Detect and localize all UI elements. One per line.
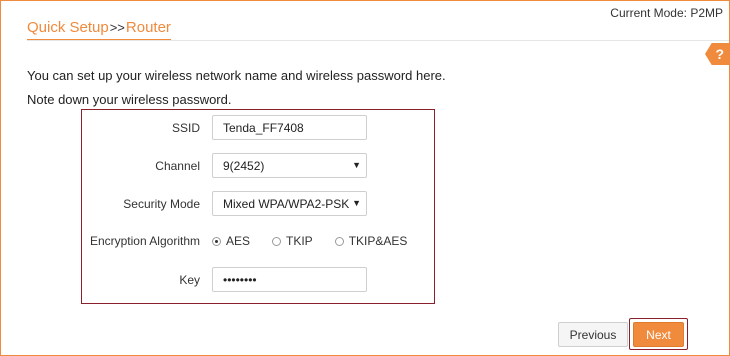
channel-row: Channel 9(2452) ▼ <box>82 153 434 178</box>
ssid-input[interactable]: Tenda_FF7408 <box>212 115 367 140</box>
breadcrumb-router: Router <box>125 19 171 36</box>
security-mode-select[interactable]: Mixed WPA/WPA2-PSK ▼ <box>212 191 367 216</box>
channel-value: 9(2452) <box>223 158 265 173</box>
ssid-row: SSID Tenda_FF7408 <box>82 115 434 140</box>
help-icon[interactable]: ? <box>705 43 729 65</box>
encryption-option-tkip-aes[interactable]: TKIP&AES <box>334 234 408 248</box>
channel-select[interactable]: 9(2452) ▼ <box>212 153 367 178</box>
key-password-input[interactable]: •••••••• <box>212 267 367 292</box>
encryption-label: Encryption Algorithm <box>89 234 200 248</box>
encryption-option-label: TKIP&AES <box>348 234 408 248</box>
key-label: Key <box>179 272 200 287</box>
breadcrumb: Quick Setup>>Router <box>27 19 171 41</box>
help-symbol: ? <box>715 46 724 62</box>
radio-icon[interactable] <box>272 236 282 246</box>
radio-icon[interactable] <box>334 236 344 246</box>
breadcrumb-separator: >> <box>109 20 125 35</box>
current-mode-label: Current Mode: P2MP <box>610 6 723 20</box>
ssid-label: SSID <box>171 120 200 135</box>
key-row: Key •••••••• <box>82 267 434 292</box>
encryption-row: Encryption Algorithm AES TKIP TKIP&AES <box>82 234 434 248</box>
header-divider <box>27 40 729 41</box>
security-mode-row: Security Mode Mixed WPA/WPA2-PSK ▼ <box>82 191 434 216</box>
previous-button[interactable]: Previous <box>558 322 628 347</box>
breadcrumb-quick-setup[interactable]: Quick Setup <box>27 19 109 36</box>
intro-text-line1: You can set up your wireless network nam… <box>27 68 446 83</box>
chevron-down-icon: ▼ <box>352 198 361 208</box>
encryption-radio-group: AES TKIP TKIP&AES <box>212 234 407 248</box>
intro-text-line2: Note down your wireless password. <box>27 92 232 107</box>
encryption-option-tkip[interactable]: TKIP <box>272 234 313 248</box>
key-masked-value: •••••••• <box>223 272 257 287</box>
next-button[interactable]: Next <box>633 322 684 347</box>
security-mode-value: Mixed WPA/WPA2-PSK <box>223 196 350 211</box>
chevron-down-icon: ▼ <box>352 160 361 170</box>
wireless-settings-form: SSID Tenda_FF7408 Channel 9(2452) ▼ Secu… <box>81 109 435 304</box>
radio-selected-icon[interactable] <box>212 236 221 246</box>
encryption-option-label: TKIP <box>286 234 313 248</box>
channel-label: Channel <box>155 158 200 173</box>
quick-setup-panel: Current Mode: P2MP Quick Setup>>Router ?… <box>0 0 730 356</box>
encryption-option-label: AES <box>226 234 251 248</box>
security-mode-label: Security Mode <box>123 196 200 211</box>
ssid-value: Tenda_FF7408 <box>223 120 304 135</box>
encryption-option-aes[interactable]: AES <box>212 234 250 248</box>
